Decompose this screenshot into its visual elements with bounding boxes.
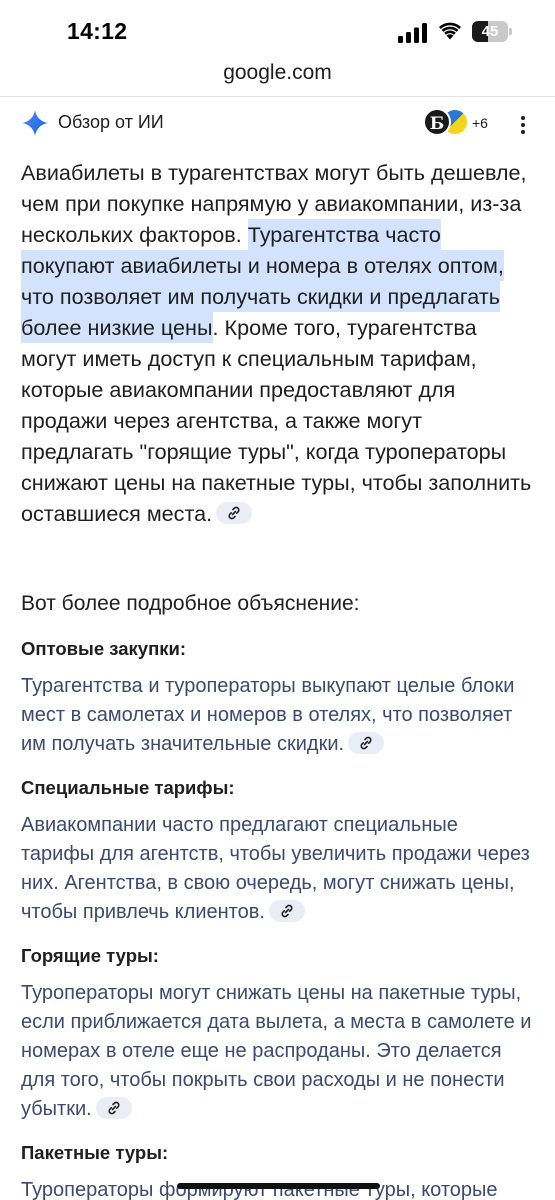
battery-level: 45 (481, 23, 499, 40)
section-title: Специальные тарифы: (21, 777, 235, 798)
source-avatars[interactable]: Б (423, 108, 471, 138)
intro-paragraph: Авиабилеты в турагентствах могут быть де… (21, 157, 536, 529)
section-title: Горящие туры: (21, 945, 159, 966)
source-link-chip[interactable] (95, 1096, 132, 1119)
details-heading: Вот более подробное объяснение: (21, 592, 360, 615)
url-text[interactable]: google.com (223, 61, 332, 84)
source-link-chip[interactable] (348, 731, 385, 754)
status-time: 14:12 (67, 18, 128, 44)
more-options-icon[interactable] (513, 114, 533, 136)
section-text: Турагентства и туроператоры выкупают цел… (21, 672, 536, 759)
source-avatar[interactable]: Б (423, 108, 451, 136)
intro-text-continued: . Кроме того, турагентства могут иметь д… (21, 315, 532, 526)
wifi-icon (439, 22, 461, 40)
section-package-tours: Пакетные туры: Туроператоры формируют па… (21, 1142, 536, 1200)
section-body: Туроператоры могут снижать цены на пакет… (21, 982, 532, 1120)
section-wholesale: Оптовые закупки: Турагентства и туропера… (21, 638, 536, 759)
link-icon (281, 904, 293, 918)
divider (0, 96, 555, 97)
section-hot-tours: Горящие туры: Туроператоры могут снижать… (21, 945, 536, 1124)
link-icon (360, 736, 372, 750)
section-body: Турагентства и туроператоры выкупают цел… (21, 675, 515, 755)
home-indicator[interactable] (177, 1183, 380, 1189)
ai-overview-intro: Авиабилеты в турагентствах могут быть де… (21, 157, 536, 529)
sparkle-icon (22, 110, 48, 136)
status-bar: 14:12 45 (0, 0, 555, 62)
ai-overview-header: Обзор от ИИ Б +6 (0, 104, 555, 144)
section-title: Оптовые закупки: (21, 638, 187, 659)
section-text: Туроператоры могут снижать цены на пакет… (21, 979, 536, 1124)
battery-icon: 45 (472, 21, 512, 42)
source-link-chip[interactable] (216, 502, 253, 525)
address-bar[interactable]: google.com (0, 58, 555, 92)
ai-overview-title: Обзор от ИИ (58, 112, 164, 132)
section-title: Пакетные туры: (21, 1142, 169, 1163)
signal-icon (398, 23, 427, 43)
section-text: Авиакомпании часто предлагают специальны… (21, 811, 536, 927)
source-link-chip[interactable] (268, 899, 305, 922)
link-icon (108, 1101, 120, 1115)
section-special-fares: Специальные тарифы: Авиакомпании часто п… (21, 777, 536, 927)
link-icon (228, 506, 240, 520)
extra-sources-count[interactable]: +6 (472, 115, 488, 131)
